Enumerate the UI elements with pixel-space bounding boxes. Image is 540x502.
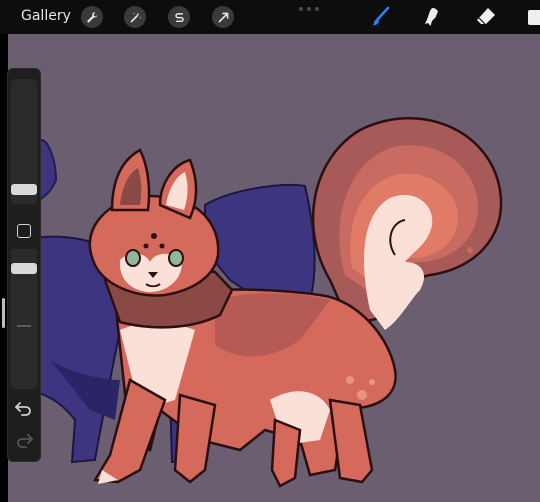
smudge-icon[interactable] [421, 5, 445, 29]
redo-icon[interactable] [14, 431, 34, 449]
eraser-icon[interactable] [474, 5, 498, 29]
layers-icon[interactable] [526, 5, 540, 29]
drag-handle-icon[interactable] [299, 7, 319, 11]
gallery-button[interactable]: Gallery [21, 8, 71, 24]
transform-arrow-icon[interactable] [212, 6, 234, 28]
brush-sidebar [7, 68, 41, 462]
brush-size-thumb[interactable] [11, 184, 37, 195]
undo-icon[interactable] [14, 399, 34, 417]
brush-icon[interactable] [368, 5, 392, 29]
artwork-illustration [19, 116, 503, 488]
magic-wand-icon[interactable] [124, 6, 146, 28]
wrench-icon[interactable] [81, 6, 103, 28]
slider-divider [17, 325, 31, 327]
drawing-canvas[interactable] [8, 34, 540, 502]
modify-button-icon[interactable] [17, 224, 31, 238]
selection-s-icon[interactable] [168, 6, 190, 28]
top-toolbar: Gallery [0, 0, 540, 34]
sidebar-edge-handle[interactable] [2, 298, 5, 328]
opacity-thumb[interactable] [11, 263, 37, 274]
